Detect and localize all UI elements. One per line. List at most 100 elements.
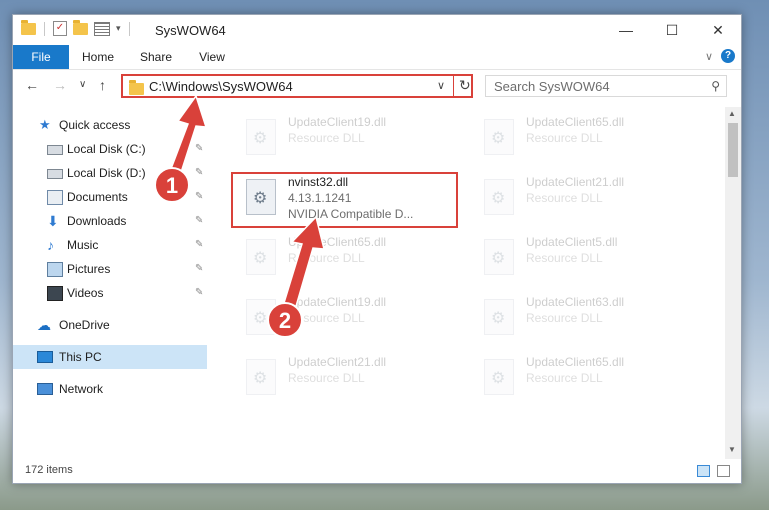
file-type: Resource DLL <box>526 251 603 265</box>
sidebar-item-label: Local Disk (C:) <box>67 142 146 156</box>
properties-check-icon[interactable]: ✓ <box>53 21 67 36</box>
sidebar-item-label: This PC <box>59 350 102 364</box>
dll-file-icon <box>246 359 276 395</box>
sidebar-item-label: Videos <box>67 286 104 300</box>
pin-icon[interactable]: ✎ <box>195 185 203 209</box>
file-item[interactable]: UpdateClient19.dll Resource DLL <box>242 293 472 345</box>
sidebar-item-music[interactable]: ♪ Music ✎ <box>13 233 207 257</box>
file-item[interactable]: UpdateClient5.dll Resource DLL <box>480 233 710 285</box>
downloads-icon: ⬇ <box>47 213 59 229</box>
address-path[interactable]: C:\Windows\SysWOW64 <box>149 79 293 94</box>
title-bar: ✓ ▾ SysWOW64 — ☐ ✕ <box>13 15 741 45</box>
sidebar-item-quick-access[interactable]: ★ Quick access <box>13 113 207 137</box>
file-item[interactable]: UpdateClient21.dll Resource DLL <box>480 173 710 225</box>
refresh-icon[interactable]: ↻ <box>459 77 471 94</box>
file-name: UpdateClient65.dll <box>288 235 387 249</box>
sidebar-item-network[interactable]: Network <box>13 377 207 401</box>
sidebar-item-label: Local Disk (D:) <box>67 166 146 180</box>
file-type: Resource DLL <box>526 311 603 325</box>
sidebar-item-pictures[interactable]: Pictures ✎ <box>13 257 207 281</box>
computer-icon <box>37 351 53 363</box>
sidebar-item-downloads[interactable]: ⬇ Downloads ✎ <box>13 209 207 233</box>
scrollbar-thumb[interactable] <box>728 123 738 177</box>
tab-home[interactable]: Home <box>73 45 123 69</box>
file-item[interactable]: UpdateClient21.dll Resource DLL <box>242 353 472 405</box>
sidebar-item-label: Network <box>59 382 104 396</box>
toolbar-separator <box>44 21 45 36</box>
explorer-window: ✓ ▾ SysWOW64 — ☐ ✕ File Home Share View … <box>12 14 742 484</box>
toolbar-separator <box>128 21 130 36</box>
expand-ribbon-icon[interactable]: ∨ <box>705 50 713 63</box>
file-name: UpdateClient21.dll <box>526 175 625 189</box>
recent-locations-button[interactable]: ∨ <box>79 79 86 90</box>
network-icon <box>37 383 53 395</box>
vertical-scrollbar[interactable]: ▲ ▼ <box>725 107 741 459</box>
dll-file-icon <box>246 119 276 155</box>
file-item[interactable]: UpdateClient63.dll Resource DLL <box>480 293 710 345</box>
forward-button[interactable]: → <box>53 77 67 93</box>
file-type: Resource DLL <box>288 251 365 265</box>
sidebar-item-local-disk-d[interactable]: Local Disk (D:) ✎ <box>13 161 207 185</box>
sidebar-item-label: Quick access <box>59 118 131 132</box>
file-item[interactable]: UpdateClient65.dll Resource DLL <box>480 113 710 165</box>
address-bar[interactable]: C:\Windows\SysWOW64 ∨ ↻ <box>121 74 473 98</box>
pin-icon[interactable]: ✎ <box>195 137 203 161</box>
address-divider <box>453 76 454 96</box>
search-box[interactable]: Search SysWOW64 ⚲ <box>485 75 727 97</box>
details-view-icon[interactable] <box>697 465 710 477</box>
file-item[interactable]: UpdateClient65.dll Resource DLL <box>242 233 472 285</box>
pin-icon[interactable]: ✎ <box>195 209 203 233</box>
search-input[interactable]: Search SysWOW64 <box>494 79 610 94</box>
pictures-icon <box>47 262 63 277</box>
customize-toolbar-icon[interactable]: ▾ <box>116 23 121 34</box>
properties-icon[interactable] <box>94 21 110 36</box>
sidebar-item-label: Music <box>67 238 99 252</box>
dll-file-icon <box>484 299 514 335</box>
pin-icon[interactable]: ✎ <box>195 233 203 257</box>
cloud-icon: ☁ <box>37 317 51 333</box>
maximize-button[interactable]: ☐ <box>649 15 695 45</box>
sidebar-item-label: Pictures <box>67 262 111 276</box>
dll-file-icon <box>484 359 514 395</box>
tab-share[interactable]: Share <box>131 45 181 69</box>
file-name: UpdateClient5.dll <box>526 235 618 249</box>
dll-file-icon <box>246 299 276 335</box>
file-type: Resource DLL <box>526 191 603 205</box>
sidebar-item-this-pc[interactable]: This PC <box>13 345 207 369</box>
scroll-down-icon[interactable]: ▼ <box>728 445 736 454</box>
tab-view[interactable]: View <box>189 45 235 69</box>
file-name: UpdateClient65.dll <box>526 115 625 129</box>
navigation-pane: ★ Quick access Local Disk (C:) ✎ Local D… <box>13 107 207 459</box>
search-icon[interactable]: ⚲ <box>711 79 720 93</box>
large-icons-view-icon[interactable] <box>717 465 730 477</box>
sidebar-item-documents[interactable]: Documents ✎ <box>13 185 207 209</box>
help-icon[interactable]: ? <box>721 49 735 63</box>
up-button[interactable]: ↑ <box>99 77 106 93</box>
tab-file[interactable]: File <box>13 45 69 69</box>
file-item[interactable]: UpdateClient19.dll Resource DLL <box>242 113 472 165</box>
music-icon: ♪ <box>47 237 54 253</box>
file-type: Resource DLL <box>288 371 365 385</box>
scroll-up-icon[interactable]: ▲ <box>728 109 736 118</box>
documents-icon <box>47 190 63 205</box>
sidebar-item-label: OneDrive <box>59 318 110 332</box>
sidebar-item-videos[interactable]: Videos ✎ <box>13 281 207 305</box>
window-title: SysWOW64 <box>155 23 226 38</box>
pin-icon[interactable]: ✎ <box>195 281 203 305</box>
dll-file-icon <box>484 119 514 155</box>
back-button[interactable]: ← <box>25 77 39 93</box>
navigation-bar: ← → ∨ ↑ C:\Windows\SysWOW64 ∨ ↻ Search S… <box>13 71 741 101</box>
pin-icon[interactable]: ✎ <box>195 257 203 281</box>
sidebar-item-label: Downloads <box>67 214 127 228</box>
address-dropdown-icon[interactable]: ∨ <box>437 79 445 92</box>
sidebar-item-onedrive[interactable]: ☁ OneDrive <box>13 313 207 337</box>
minimize-button[interactable]: — <box>603 15 649 45</box>
close-button[interactable]: ✕ <box>695 15 741 45</box>
new-folder-icon[interactable] <box>73 19 88 35</box>
item-count: 172 items <box>25 464 73 476</box>
quick-access-toolbar: ✓ ▾ <box>21 19 132 36</box>
file-type: Resource DLL <box>526 371 603 385</box>
file-item[interactable]: UpdateClient65.dll Resource DLL <box>480 353 710 405</box>
pin-icon[interactable]: ✎ <box>195 161 203 185</box>
sidebar-item-local-disk-c[interactable]: Local Disk (C:) ✎ <box>13 137 207 161</box>
